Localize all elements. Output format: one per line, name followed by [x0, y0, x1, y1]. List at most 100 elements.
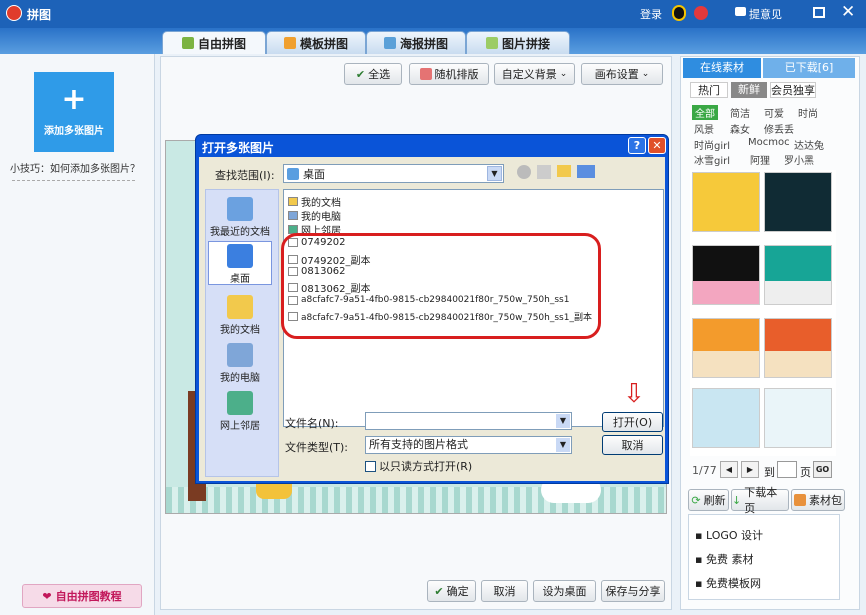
readonly-checkbox[interactable]	[365, 460, 376, 472]
list-item[interactable]: 我的文档	[288, 194, 341, 209]
tutorial-button[interactable]: ❤ 自由拼图教程	[22, 584, 142, 608]
dialog-cancel-button[interactable]: 取消	[602, 435, 663, 455]
subtab-member[interactable]: 会员独享	[770, 82, 816, 98]
tip-divider	[12, 180, 135, 181]
filetype-select[interactable]: 所有支持的图片格式 ▼	[365, 436, 572, 454]
place-desktop[interactable]: 桌面	[208, 241, 272, 285]
back-icon[interactable]	[517, 165, 531, 179]
plus-icon: +	[61, 82, 87, 117]
readonly-checkbox-row[interactable]: 以只读方式打开(R)	[365, 458, 472, 474]
save-share-button[interactable]: 保存与分享	[601, 580, 665, 602]
custom-background-button[interactable]: 自定义背景 ⌄	[494, 63, 575, 85]
custom-background-label: 自定义背景	[501, 68, 557, 81]
tag-simple[interactable]: 简洁	[730, 105, 750, 120]
download-icon: ↓	[732, 493, 742, 507]
tag-dadatu[interactable]: 达达兔	[794, 137, 824, 152]
thumbnail[interactable]	[692, 172, 760, 232]
chevron-down-icon[interactable]: ▼	[487, 166, 502, 181]
mode-tabs: 自由拼图 模板拼图 海报拼图 图片拼接	[0, 28, 866, 54]
file-list[interactable]: 我的文档 我的电脑 网上邻居 0749202 0749202_副本 081306…	[281, 189, 664, 427]
tag-fashion[interactable]: 时尚	[798, 105, 818, 120]
goto-label: 到	[764, 466, 775, 479]
tab-online-materials[interactable]: 在线素材	[683, 58, 761, 78]
thumbnail[interactable]	[692, 388, 760, 448]
login-link[interactable]: 登录	[640, 6, 662, 22]
filename-input[interactable]: ▼	[365, 412, 572, 430]
new-folder-icon[interactable]	[557, 165, 571, 177]
list-item[interactable]: 我的电脑	[288, 208, 341, 223]
thumbnail[interactable]	[764, 172, 832, 232]
tag-forest-girl[interactable]: 森女	[730, 121, 750, 136]
weibo-icon[interactable]	[694, 6, 708, 20]
ad-link[interactable]: ▪ LOGO 设计	[695, 527, 763, 543]
tag-xiudiudiu[interactable]: 修丢丢	[764, 121, 794, 136]
look-in-select[interactable]: 桌面 ▼	[283, 164, 504, 183]
place-my-computer[interactable]: 我的电脑	[207, 343, 273, 384]
maximize-icon[interactable]	[813, 7, 825, 18]
page-input[interactable]	[777, 461, 797, 478]
tutorial-label: 自由拼图教程	[55, 590, 122, 603]
go-button[interactable]: GO	[813, 461, 832, 478]
material-pack-button[interactable]: 素材包	[791, 489, 845, 511]
canvas-settings-label: 画布设置	[594, 68, 639, 81]
save-share-label: 保存与分享	[605, 585, 661, 598]
close-icon[interactable]: ✕	[841, 2, 855, 22]
thumbnail[interactable]	[692, 318, 760, 378]
confirm-button[interactable]: ✔ 确定	[427, 580, 476, 602]
arrow-annotation: ⇩	[623, 379, 645, 409]
tip-link[interactable]: 小技巧：如何添加多张图片？	[10, 160, 140, 175]
tag-all[interactable]: 全部	[692, 105, 718, 120]
subtab-hot[interactable]: 热门	[690, 82, 728, 98]
thumbnail[interactable]	[692, 245, 760, 305]
thumbnail[interactable]	[764, 318, 832, 378]
prev-page-button[interactable]: ◀	[720, 461, 738, 478]
look-in-label: 查找范围(I):	[215, 169, 275, 182]
tab-template-collage[interactable]: 模板拼图	[266, 31, 366, 54]
app-title: 拼图	[27, 8, 52, 22]
refresh-label: 刷新	[703, 494, 726, 507]
qq-icon[interactable]	[672, 5, 686, 21]
tag-mocmoc[interactable]: Mocmoc	[748, 137, 790, 148]
random-layout-button[interactable]: 随机排版	[409, 63, 489, 85]
place-recent-documents[interactable]: 我最近的文档	[207, 197, 273, 238]
set-desktop-label: 设为桌面	[542, 585, 587, 598]
dialog-close-icon[interactable]: ✕	[648, 137, 666, 154]
place-my-documents[interactable]: 我的文档	[207, 295, 273, 336]
help-button[interactable]: ?	[628, 137, 646, 154]
thumbnail[interactable]	[764, 245, 832, 305]
next-page-button[interactable]: ▶	[741, 461, 759, 478]
subtab-new[interactable]: 新鲜	[731, 82, 767, 98]
place-network[interactable]: 网上邻居	[207, 391, 273, 432]
chevron-down-icon[interactable]: ▼	[556, 438, 570, 452]
tag-ice-girl[interactable]: 冰雪girl	[694, 152, 730, 167]
dialog-body: 查找范围(I): 桌面 ▼ 我最近的文档 桌面 我的文档 我的电脑 网上邻居 我…	[199, 157, 665, 481]
tab-free-collage[interactable]: 自由拼图	[162, 31, 266, 54]
tag-ali[interactable]: 阿狸	[750, 152, 770, 167]
thumbnail[interactable]	[764, 388, 832, 448]
chevron-down-icon[interactable]: ▼	[556, 414, 570, 428]
open-button[interactable]: 打开(O)	[602, 412, 663, 432]
cancel-button[interactable]: 取消	[481, 580, 528, 602]
tab-image-stitch[interactable]: 图片拼接	[466, 31, 570, 54]
view-menu-icon[interactable]	[577, 165, 595, 178]
up-folder-icon[interactable]	[537, 165, 551, 179]
ad-link[interactable]: ▪ 免费模板网	[695, 575, 761, 591]
select-all-button[interactable]: ✔ 全选	[344, 63, 402, 85]
tag-luoxiaohei[interactable]: 罗小黑	[784, 152, 814, 167]
download-page-button[interactable]: ↓ 下载本页	[731, 486, 789, 515]
set-desktop-button[interactable]: 设为桌面	[533, 580, 596, 602]
feedback-icon[interactable]	[735, 7, 746, 16]
tab-downloaded[interactable]: 已下载[6]	[763, 58, 855, 78]
tag-fashion-girl[interactable]: 时尚girl	[694, 137, 730, 152]
ad-link[interactable]: ▪ 免费 素材	[695, 551, 753, 567]
dialog-title: 打开多张图片	[202, 141, 275, 155]
tab-poster-collage[interactable]: 海报拼图	[366, 31, 466, 54]
file-name: 我的电脑	[301, 212, 341, 223]
refresh-button[interactable]: ⟳ 刷新	[688, 489, 729, 511]
add-images-button[interactable]: + 添加多张图片	[34, 72, 114, 152]
feedback-link[interactable]: 提意见	[749, 6, 782, 22]
tag-cute[interactable]: 可爱	[764, 105, 784, 120]
canvas-settings-button[interactable]: 画布设置 ⌄	[581, 63, 663, 85]
tag-scenery[interactable]: 风景	[694, 121, 714, 136]
my-computer-icon	[227, 343, 253, 367]
